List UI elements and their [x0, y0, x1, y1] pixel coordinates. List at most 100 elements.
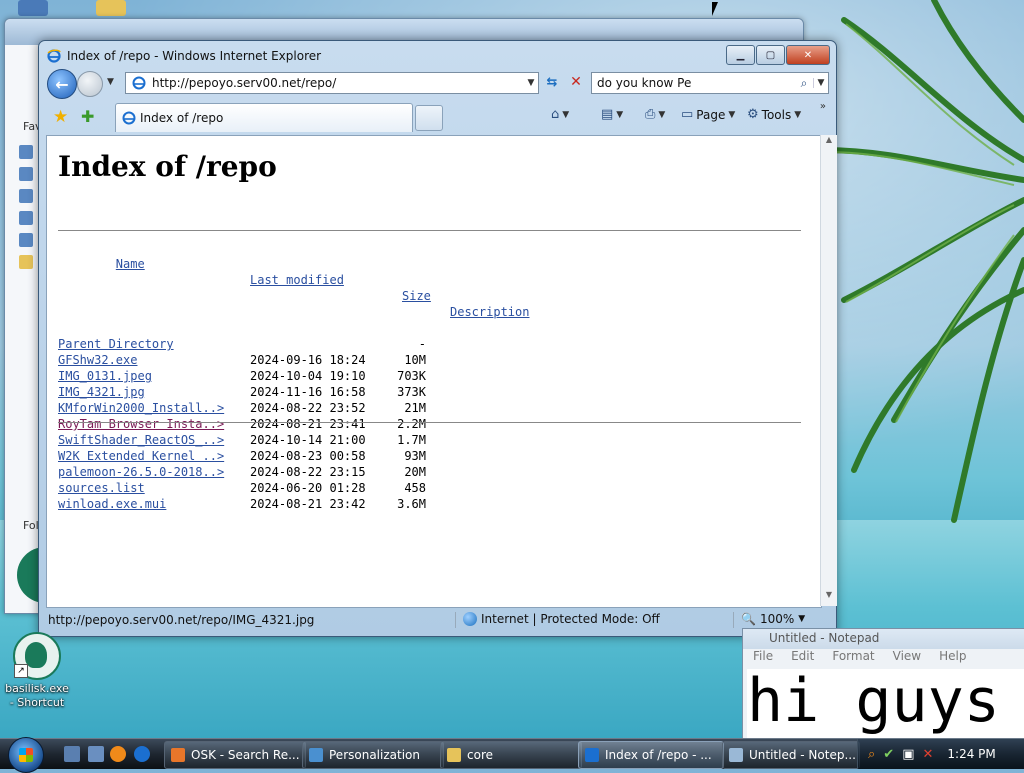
scroll-up-icon[interactable]: ▲	[821, 135, 837, 151]
close-button[interactable]: ✕	[786, 45, 830, 65]
page-title: Index of /repo	[58, 150, 277, 183]
maximize-button[interactable]: ▢	[756, 45, 785, 65]
print-button[interactable]: ⎙ ▼	[645, 107, 665, 122]
notepad-menu-edit[interactable]: Edit	[791, 649, 814, 667]
folder-icon[interactable]	[19, 255, 33, 269]
sidebar-item-icon[interactable]	[19, 145, 33, 159]
zoom-icon: 🔍	[741, 612, 756, 626]
address-bar[interactable]: http://pepoyo.serv00.net/repo/ ▼	[125, 72, 539, 94]
file-link[interactable]: winload.exe.mui	[58, 497, 166, 511]
file-link[interactable]: RoyTam Browser Insta..>	[58, 417, 224, 431]
tools-menu-button[interactable]: ⚙ Tools ▼	[747, 107, 801, 122]
switch-windows-icon[interactable]	[88, 746, 104, 762]
favorites-center-icon[interactable]: ★	[53, 107, 68, 127]
notepad-icon	[729, 748, 743, 762]
last-modified-cell: 2024-11-16 16:58	[250, 385, 366, 399]
table-row: IMG_0131.jpeg 2024-10-04 19:10 703K	[58, 368, 426, 384]
table-row: RoyTam Browser Insta..> 2024-08-21 23:41 2…	[58, 416, 426, 432]
search-icon[interactable]	[110, 746, 126, 762]
file-link[interactable]: GFShw32.exe	[58, 353, 137, 367]
sort-by-description-link[interactable]: Description	[450, 304, 529, 320]
mouse-cursor-icon	[712, 2, 724, 16]
chevron-down-icon[interactable]: ▼	[562, 110, 569, 120]
chevron-down-icon[interactable]: ▼	[658, 110, 665, 120]
last-modified-cell: 2024-10-04 19:10	[250, 369, 366, 383]
file-link[interactable]: W2K Extended Kernel ..>	[58, 449, 224, 463]
ie-window[interactable]: Index of /repo - Windows Internet Explor…	[38, 40, 837, 637]
sidebar-item-icon[interactable]	[19, 233, 33, 247]
address-input[interactable]: http://pepoyo.serv00.net/repo/	[152, 76, 524, 90]
sort-by-size-link[interactable]: Size	[402, 288, 444, 304]
address-dropdown-icon[interactable]: ▼	[524, 78, 538, 88]
chevron-down-icon: ▼	[794, 109, 802, 120]
sort-by-last-modified-link[interactable]: Last modified	[250, 272, 344, 288]
sort-by-name-link[interactable]: Name	[116, 257, 145, 271]
clock[interactable]: 1:24 PM	[947, 747, 995, 761]
taskbar-button[interactable]: Untitled - Notep...	[722, 741, 860, 769]
table-row: SwiftShader_ReactOS_..> 2024-10-14 21:00 1…	[58, 432, 426, 448]
forward-button[interactable]	[77, 71, 103, 97]
notepad-window[interactable]: Untitled - Notepad File Edit Format View Hel…	[742, 628, 1024, 740]
notepad-menu-view[interactable]: View	[893, 649, 921, 667]
zoom-control[interactable]: 🔍 100% ▼	[741, 612, 805, 626]
notepad-text-area[interactable]: hi guys	[747, 669, 1024, 739]
desktop-icon-folder[interactable]	[96, 0, 126, 16]
taskbar-button[interactable]: Personalization	[302, 741, 444, 769]
desktop-icon-computer[interactable]	[18, 0, 48, 16]
sidebar-item-icon[interactable]	[19, 189, 33, 203]
search-icon[interactable]: ⌕	[795, 76, 813, 91]
sidebar-item-icon[interactable]	[19, 211, 33, 225]
last-modified-cell: 2024-08-22 23:15	[250, 465, 366, 479]
notepad-titlebar[interactable]: Untitled - Notepad	[743, 629, 1024, 649]
search-icon[interactable]: ⌕	[868, 747, 875, 762]
chevron-down-icon[interactable]: ▼	[616, 110, 623, 120]
vertical-scrollbar[interactable]: ▲ ▼	[820, 135, 837, 606]
search-input[interactable]: do you know Pe	[592, 76, 795, 90]
file-link[interactable]: SwiftShader_ReactOS_..>	[58, 433, 224, 447]
desktop-shortcut-basilisk[interactable]: basilisk.exe - Shortcut	[2, 632, 72, 710]
last-modified-cell: 2024-08-21 23:41	[250, 417, 366, 431]
new-tab-button[interactable]	[415, 105, 443, 131]
security-zone[interactable]: Internet | Protected Mode: Off	[463, 612, 660, 626]
safely-remove-icon[interactable]: ✔	[883, 747, 894, 762]
file-link[interactable]: IMG_0131.jpeg	[58, 369, 152, 383]
feeds-button[interactable]: ▤ ▼	[601, 107, 623, 122]
zoom-dropdown-icon[interactable]: ▼	[798, 614, 805, 624]
notepad-menu-format[interactable]: Format	[832, 649, 874, 667]
page-menu-icon: ▭	[681, 107, 694, 122]
taskbar-button-label: Index of /repo - ...	[605, 748, 712, 762]
stop-button[interactable]: ✕	[565, 72, 587, 92]
volume-muted-icon[interactable]: ✕	[922, 747, 933, 762]
file-link[interactable]: sources.list	[58, 481, 145, 495]
network-icon[interactable]: ▣	[902, 747, 914, 762]
notepad-menu-file[interactable]: File	[753, 649, 773, 667]
parent-directory-link[interactable]: Parent Directory	[58, 337, 174, 351]
sidebar-item-icon[interactable]	[19, 167, 33, 181]
ie-quicklaunch-icon[interactable]	[134, 746, 150, 762]
more-commands-icon[interactable]: »	[820, 101, 826, 112]
recent-pages-dropdown-icon[interactable]: ▼	[107, 77, 114, 87]
table-row: GFShw32.exe 2024-09-16 18:24 10M	[58, 352, 426, 368]
file-link[interactable]: IMG_4321.jpg	[58, 385, 145, 399]
file-link[interactable]: KMforWin2000_Install..>	[58, 401, 224, 415]
footer-divider	[58, 422, 801, 423]
taskbar-button[interactable]: core	[440, 741, 582, 769]
page-menu-button[interactable]: ▭ Page ▼	[681, 107, 735, 122]
ie-titlebar[interactable]: Index of /repo - Windows Internet Explor…	[47, 47, 321, 65]
back-button[interactable]: ←	[47, 69, 77, 99]
home-icon: ⌂	[551, 107, 560, 122]
file-link[interactable]: palemoon-26.5.0-2018..>	[58, 465, 224, 479]
tab-index-of-repo[interactable]: Index of /repo	[115, 103, 413, 132]
notepad-menu-help[interactable]: Help	[939, 649, 966, 667]
taskbar-button[interactable]: Index of /repo - ...	[578, 741, 724, 769]
taskbar-button[interactable]: OSK - Search Re...	[164, 741, 306, 769]
home-button[interactable]: ⌂ ▼	[551, 107, 569, 122]
table-row: winload.exe.mui 2024-08-21 23:42 3.6M	[58, 496, 426, 512]
refresh-button[interactable]: ⇆	[541, 72, 563, 92]
search-options-dropdown-icon[interactable]: ▼	[813, 78, 828, 88]
scroll-down-icon[interactable]: ▼	[821, 590, 837, 606]
search-box[interactable]: do you know Pe ⌕ ▼	[591, 72, 829, 94]
show-desktop-icon[interactable]	[64, 746, 80, 762]
minimize-button[interactable]: ▁	[726, 45, 755, 65]
add-favorites-icon[interactable]: ✚	[81, 107, 94, 126]
